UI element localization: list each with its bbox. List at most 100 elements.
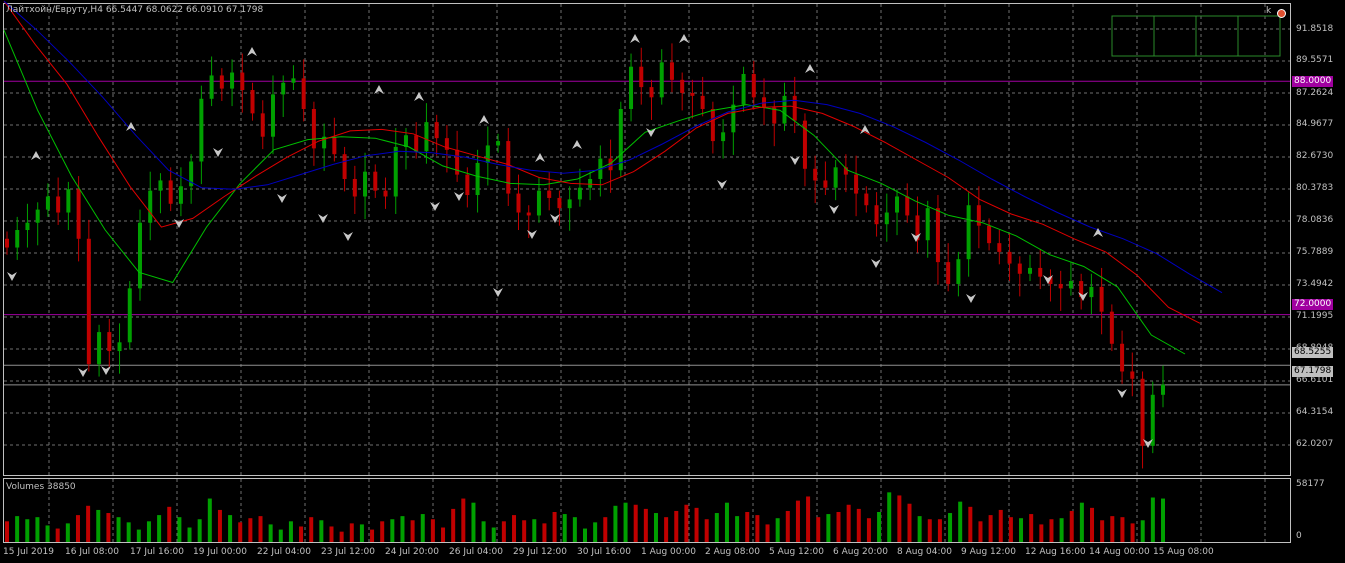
candle-body [342, 154, 347, 179]
volume-bar [1120, 517, 1125, 542]
volume-bar [1090, 507, 1095, 542]
candle-body [864, 193, 869, 206]
fractal-down-marker [790, 156, 800, 165]
time-label: 30 Jul 16:00 [577, 547, 631, 557]
time-label: 19 Jul 00:00 [193, 547, 247, 557]
fractal-up-marker [1093, 228, 1103, 237]
volume-bar [116, 517, 121, 542]
candle-body [209, 75, 214, 99]
fractal-up-marker [679, 34, 689, 43]
volume-bar [370, 529, 375, 542]
price-tick: 71.1995 [1296, 311, 1334, 321]
volume-bar [623, 502, 628, 542]
candle-body [1099, 286, 1104, 312]
candle-body [629, 66, 634, 109]
fractal-down-marker [318, 214, 328, 223]
fractal-down-marker [717, 180, 727, 189]
volume-bar [897, 495, 902, 542]
fractal-down-marker [966, 294, 976, 303]
candle-body [1028, 267, 1033, 274]
level-label-88[interactable]: 88.0000 [1292, 76, 1334, 87]
candle-body [690, 92, 695, 96]
volume-bar [998, 509, 1003, 542]
price-tick: 89.5571 [1296, 55, 1334, 65]
volume-bar [461, 498, 466, 542]
volume-bar [217, 509, 222, 542]
candle-body [178, 186, 183, 204]
symbol-label: Лайтхойн/Евруту,H4 [6, 5, 103, 15]
volume-bar [55, 528, 60, 542]
bid-price-label[interactable]: 67.1798 [1292, 366, 1334, 377]
time-label: 6 Aug 20:00 [833, 547, 888, 557]
candle-body [260, 113, 265, 137]
candle-body [813, 168, 818, 181]
candle-body [516, 193, 521, 213]
candle-body [1007, 251, 1012, 264]
volume-bar [978, 521, 983, 542]
volume-bar [522, 520, 527, 542]
time-label: 29 Jul 12:00 [513, 547, 567, 557]
candle-body [946, 262, 951, 284]
volume-bar [136, 529, 141, 542]
fractal-up-marker [247, 47, 257, 56]
candle-body [935, 208, 940, 263]
candle-body [721, 132, 726, 142]
level-label-72[interactable]: 72.0000 [1292, 299, 1334, 310]
volume-bar [390, 519, 395, 542]
fractal-down-marker [213, 148, 223, 157]
price-tick: 64.3154 [1296, 407, 1334, 417]
fractal-up-marker [535, 153, 545, 162]
candle-body [301, 78, 306, 109]
candle-body [925, 208, 930, 241]
candle-body [332, 136, 337, 155]
candle-body [158, 180, 163, 191]
candle-body [352, 178, 357, 197]
candle-body [1140, 378, 1145, 446]
fractal-up-marker [805, 64, 815, 73]
candle-body [250, 90, 255, 114]
level-label-high[interactable]: 68.5255 [1292, 347, 1334, 358]
candle-body [5, 238, 9, 248]
candle-body [199, 98, 204, 162]
volume-bar [197, 519, 202, 542]
volume-bar [420, 514, 425, 542]
trading-icon[interactable] [1277, 9, 1286, 18]
time-label: 8 Aug 04:00 [897, 547, 952, 557]
candle-body [475, 162, 480, 196]
candle-body [403, 135, 408, 147]
volume-bar [339, 531, 344, 542]
volume-bar [866, 518, 871, 542]
chart-header: Лайтхойн/Евруту,H4 66.5447 68.0622 66.09… [6, 5, 263, 15]
volume-bar [1130, 523, 1135, 542]
chart-canvas[interactable] [0, 0, 1345, 563]
candle-body [363, 171, 368, 197]
candle-body [741, 73, 746, 105]
candle-body [557, 197, 562, 209]
volume-bar [856, 508, 861, 542]
candle-body [1130, 371, 1135, 379]
fractal-down-marker [7, 272, 17, 281]
volume-bar [106, 513, 111, 542]
volume-tick: 58177 [1296, 479, 1325, 489]
candle-body [168, 180, 173, 204]
time-label: 5 Aug 12:00 [769, 547, 824, 557]
candle-body [751, 73, 756, 98]
candle-body [649, 87, 654, 98]
candle-body [966, 205, 971, 260]
time-label: 14 Aug 00:00 [1089, 547, 1150, 557]
volume-bar [45, 525, 50, 542]
volume-bar [75, 515, 80, 542]
volume-bar [248, 518, 253, 542]
volume-bar [25, 519, 30, 542]
price-tick: 62.0207 [1296, 439, 1334, 449]
volume-bar [664, 517, 669, 542]
ohlc-readout: 66.5447 68.0622 66.0910 67.1798 [105, 5, 264, 15]
volume-bar [583, 528, 587, 542]
volume-bar [228, 515, 233, 542]
fractal-down-marker [1117, 389, 1127, 398]
candle-body [127, 288, 132, 343]
fractal-up-marker [31, 151, 41, 160]
volume-bar [86, 505, 91, 542]
price-tick: 84.9677 [1296, 119, 1334, 129]
price-tick: 82.6730 [1296, 151, 1334, 161]
